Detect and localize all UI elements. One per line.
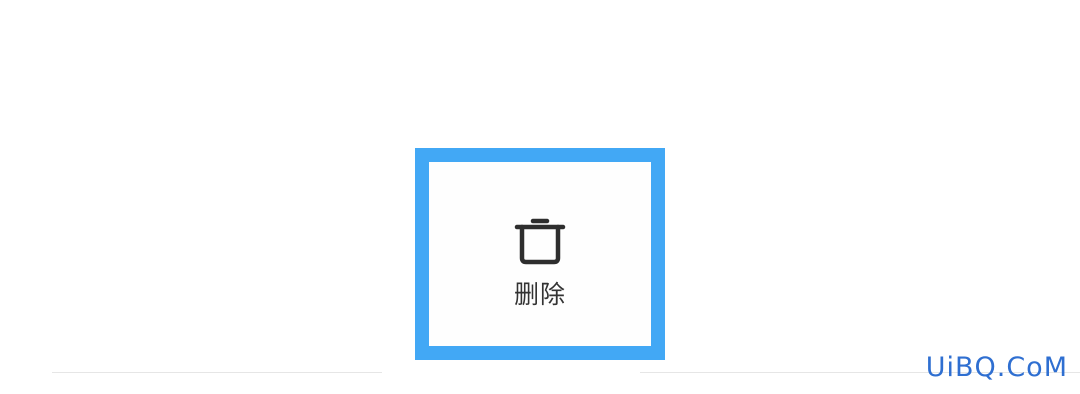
watermark: UiBQ.CoM bbox=[925, 352, 1068, 383]
bottom-divider-left bbox=[52, 372, 382, 373]
highlight-frame: 删除 bbox=[415, 148, 665, 360]
trash-icon bbox=[514, 218, 566, 265]
delete-label: 删除 bbox=[513, 280, 566, 309]
delete-button[interactable]: 删除 bbox=[429, 162, 651, 346]
